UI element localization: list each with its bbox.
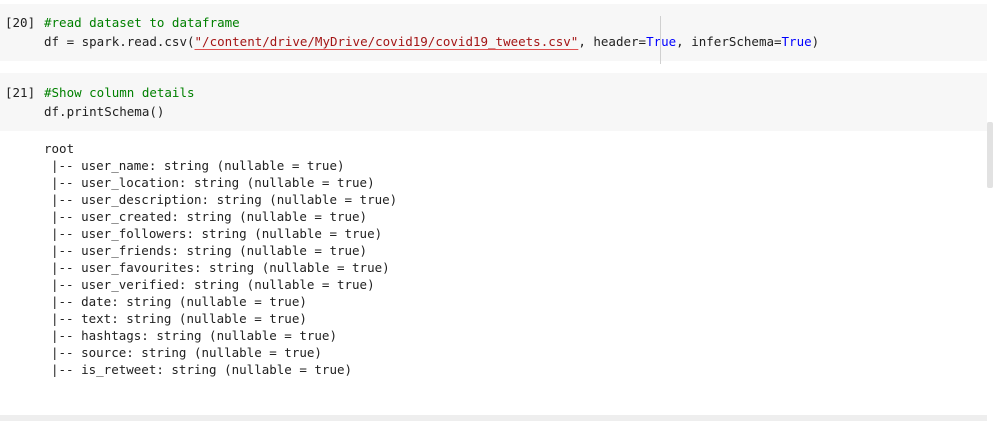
schema-root: root — [44, 141, 75, 156]
schema-line: |-- text: string (nullable = true) — [51, 311, 307, 326]
vertical-scrollbar[interactable] — [987, 122, 993, 188]
csv-path-string: "/content/drive/MyDrive/covid19/covid19_… — [194, 34, 579, 49]
code-line-read-csv: df = spark.read.csv("/content/drive/MyDr… — [44, 33, 819, 50]
execution-count-20: [20] — [5, 15, 36, 30]
code-comment-read: #read dataset to dataframe — [44, 15, 240, 30]
arg-header-value: True — [646, 34, 677, 49]
schema-line: |-- user_verified: string (nullable = tr… — [51, 277, 375, 292]
next-cell-edge — [0, 415, 987, 421]
code-prefix: df = spark.read.csv( — [44, 34, 195, 49]
execution-count-21: [21] — [5, 85, 36, 100]
arg-header-name: , header= — [578, 34, 647, 49]
schema-line: |-- hashtags: string (nullable = true) — [51, 328, 337, 343]
code-line-printschema: df.printSchema() — [44, 104, 165, 119]
arg-inferschema-name: , inferSchema= — [676, 34, 782, 49]
schema-line: |-- user_favourites: string (nullable = … — [51, 260, 390, 275]
arg-inferschema-value: True — [781, 34, 812, 49]
schema-line: |-- user_followers: string (nullable = t… — [51, 226, 383, 241]
code-cell-20[interactable]: [20] #read dataset to dataframe df = spa… — [0, 4, 987, 64]
cell-output: root |-- user_name: string (nullable = t… — [44, 140, 397, 378]
schema-line: |-- user_friends: string (nullable = tru… — [51, 243, 368, 258]
schema-line: |-- user_created: string (nullable = tru… — [51, 209, 368, 224]
code-suffix: ) — [811, 34, 820, 49]
schema-line: |-- user_description: string (nullable =… — [51, 192, 398, 207]
text-cursor-guide — [660, 16, 661, 64]
schema-line: |-- user_location: string (nullable = tr… — [51, 175, 375, 190]
code-comment-show: #Show column details — [44, 85, 195, 100]
code-cell-21[interactable]: [21] #Show column details df.printSchema… — [0, 73, 987, 131]
schema-line: |-- is_retweet: string (nullable = true) — [51, 362, 353, 377]
schema-line: |-- source: string (nullable = true) — [51, 345, 322, 360]
schema-line: |-- user_name: string (nullable = true) — [51, 158, 345, 173]
schema-line: |-- date: string (nullable = true) — [51, 294, 307, 309]
